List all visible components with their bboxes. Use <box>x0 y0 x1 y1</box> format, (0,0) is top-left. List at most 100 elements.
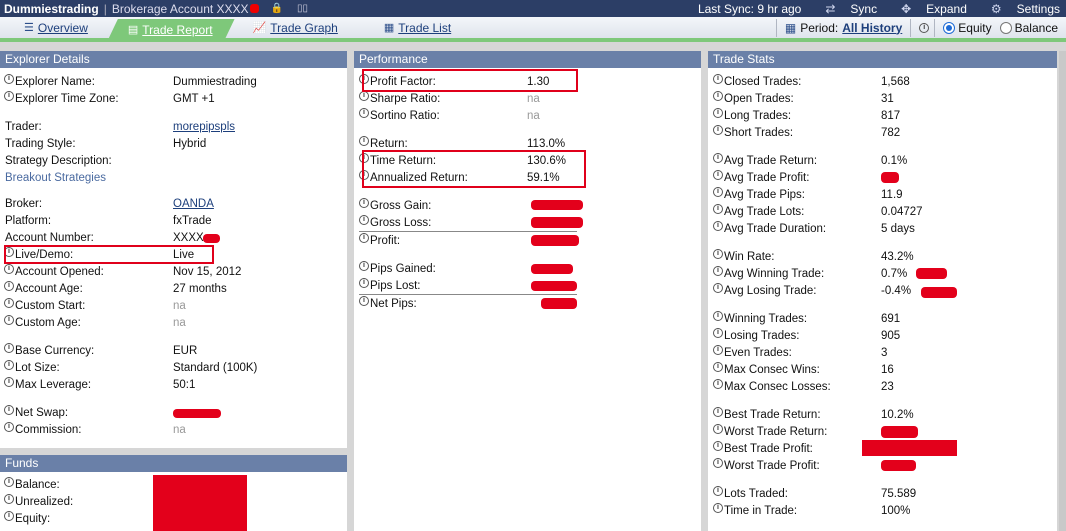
field-label: Platform: <box>5 215 52 227</box>
trader-link[interactable]: morepipspls <box>173 119 235 135</box>
field-label: Gross Gain: <box>370 200 432 212</box>
info-icon[interactable]: i <box>359 108 369 118</box>
account-opened-row: i Account Opened: Nov 15, 2012 <box>4 264 241 280</box>
info-icon[interactable]: i <box>713 170 723 180</box>
columns-icon[interactable]: ▯▯ <box>297 3 308 14</box>
info-icon[interactable]: i <box>713 503 723 513</box>
info-icon[interactable]: i <box>713 345 723 355</box>
info-icon[interactable]: i <box>359 296 369 306</box>
field-value: 50:1 <box>173 379 196 391</box>
info-icon[interactable]: i <box>713 379 723 389</box>
settings-button[interactable]: ⚙ Settings <box>979 2 1060 16</box>
info-icon[interactable]: i <box>713 311 723 321</box>
info-icon[interactable]: i <box>4 405 14 415</box>
strategy-description-row: Strategy Description: <box>5 153 112 169</box>
info-icon[interactable]: i <box>713 486 723 496</box>
info-icon[interactable]: i <box>713 153 723 163</box>
field-label: Custom Age: <box>15 317 81 329</box>
explorer-name-row: i Explorer Name: Dummiestrading <box>4 74 257 90</box>
info-icon[interactable]: i <box>713 407 723 417</box>
info-icon[interactable]: i <box>713 74 723 84</box>
info-icon[interactable]: i <box>4 377 14 387</box>
info-icon[interactable]: i <box>359 233 369 243</box>
account-name[interactable]: Brokerage Account XXXX <box>112 2 249 16</box>
field-label: Net Swap: <box>15 407 69 419</box>
sync-button[interactable]: ⇄ Sync <box>813 2 877 16</box>
info-icon[interactable]: i <box>4 477 14 487</box>
info-icon[interactable]: i <box>359 278 369 288</box>
field-value: 27 months <box>173 283 227 295</box>
info-icon[interactable]: i <box>713 204 723 214</box>
field-label: Account Opened: <box>15 266 104 278</box>
info-icon[interactable]: i <box>713 328 723 338</box>
tab-trade-graph[interactable]: 📈 Trade Graph <box>241 17 352 38</box>
field-label: Avg Trade Return: <box>724 155 818 167</box>
info-icon[interactable]: i <box>713 221 723 231</box>
field-label: Time in Trade: <box>724 505 798 517</box>
info-icon[interactable]: i <box>4 281 14 291</box>
field-label: Avg Trade Lots: <box>724 206 805 218</box>
field-label: Lot Size: <box>15 362 60 374</box>
period-value-link[interactable]: All History <box>842 21 902 35</box>
account-redaction <box>249 4 259 13</box>
gross-gain-row: i Gross Gain: <box>359 198 583 214</box>
scrollbar[interactable] <box>1059 51 1066 531</box>
info-icon[interactable]: i <box>713 424 723 434</box>
info-icon[interactable]: i <box>359 198 369 208</box>
info-icon[interactable]: i <box>713 283 723 293</box>
field-label: Unrealized: <box>15 496 74 508</box>
info-icon[interactable]: i <box>4 360 14 370</box>
app-name[interactable]: Dummiestrading <box>4 2 99 16</box>
info-icon[interactable]: i <box>4 494 14 504</box>
info-icon[interactable]: i <box>4 298 14 308</box>
info-icon[interactable]: i <box>4 511 14 521</box>
balance-label: Balance <box>1014 20 1058 35</box>
info-icon[interactable]: i <box>713 249 723 259</box>
broker-row: Broker: OANDA <box>5 196 214 212</box>
info-icon[interactable]: i <box>4 91 14 101</box>
info-icon[interactable]: i <box>713 441 723 451</box>
field-value: na <box>527 93 540 105</box>
platform-row: Platform: fxTrade <box>5 213 212 229</box>
balance-radio[interactable]: Balance <box>999 20 1058 35</box>
info-icon[interactable]: i <box>4 315 14 325</box>
info-icon[interactable]: i <box>713 458 723 468</box>
time-zone-row: i Explorer Time Zone: GMT +1 <box>4 91 215 107</box>
account-age-row: i Account Age: 27 months <box>4 281 227 297</box>
divider <box>359 294 577 295</box>
redaction-mark <box>531 281 577 291</box>
tab-trade-report[interactable]: ▤ Trade Report <box>108 19 235 40</box>
info-icon[interactable]: i <box>713 108 723 118</box>
win-rate-row: i Win Rate: 43.2% <box>713 249 914 265</box>
field-label: Account Number: <box>5 232 94 244</box>
redaction-mark <box>916 268 947 279</box>
info-icon[interactable]: i <box>713 362 723 372</box>
info-icon[interactable]: i <box>713 266 723 276</box>
field-value: 11.9 <box>881 189 903 201</box>
info-icon[interactable]: i <box>359 261 369 271</box>
info-icon[interactable]: i <box>713 187 723 197</box>
panel-title: Funds <box>0 455 347 472</box>
info-icon[interactable]: i <box>713 91 723 101</box>
info-icon[interactable]: i <box>4 422 14 432</box>
field-label: Commission: <box>15 424 82 436</box>
info-icon[interactable]: i <box>919 22 930 33</box>
broker-link[interactable]: OANDA <box>173 196 214 212</box>
info-icon[interactable]: i <box>359 91 369 101</box>
info-icon[interactable]: i <box>359 215 369 225</box>
redaction-mark <box>881 172 899 183</box>
field-label: Max Consec Wins: <box>724 364 820 376</box>
info-icon[interactable]: i <box>4 74 14 84</box>
info-icon[interactable]: i <box>4 343 14 353</box>
account-number-row: Account Number: XXXX <box>5 230 220 246</box>
short-trades-row: i Short Trades: 782 <box>713 125 900 141</box>
tab-overview[interactable]: ☰ Overview <box>12 17 102 38</box>
info-icon[interactable]: i <box>713 125 723 135</box>
info-icon[interactable]: i <box>4 264 14 274</box>
max-leverage-row: i Max Leverage: 50:1 <box>4 377 195 393</box>
equity-radio[interactable]: Equity <box>943 21 992 35</box>
field-label: Open Trades: <box>724 93 794 105</box>
expand-button[interactable]: ✥ Expand <box>889 2 967 16</box>
info-icon[interactable]: i <box>359 136 369 146</box>
tab-trade-list[interactable]: ▦ Trade List <box>372 17 465 38</box>
